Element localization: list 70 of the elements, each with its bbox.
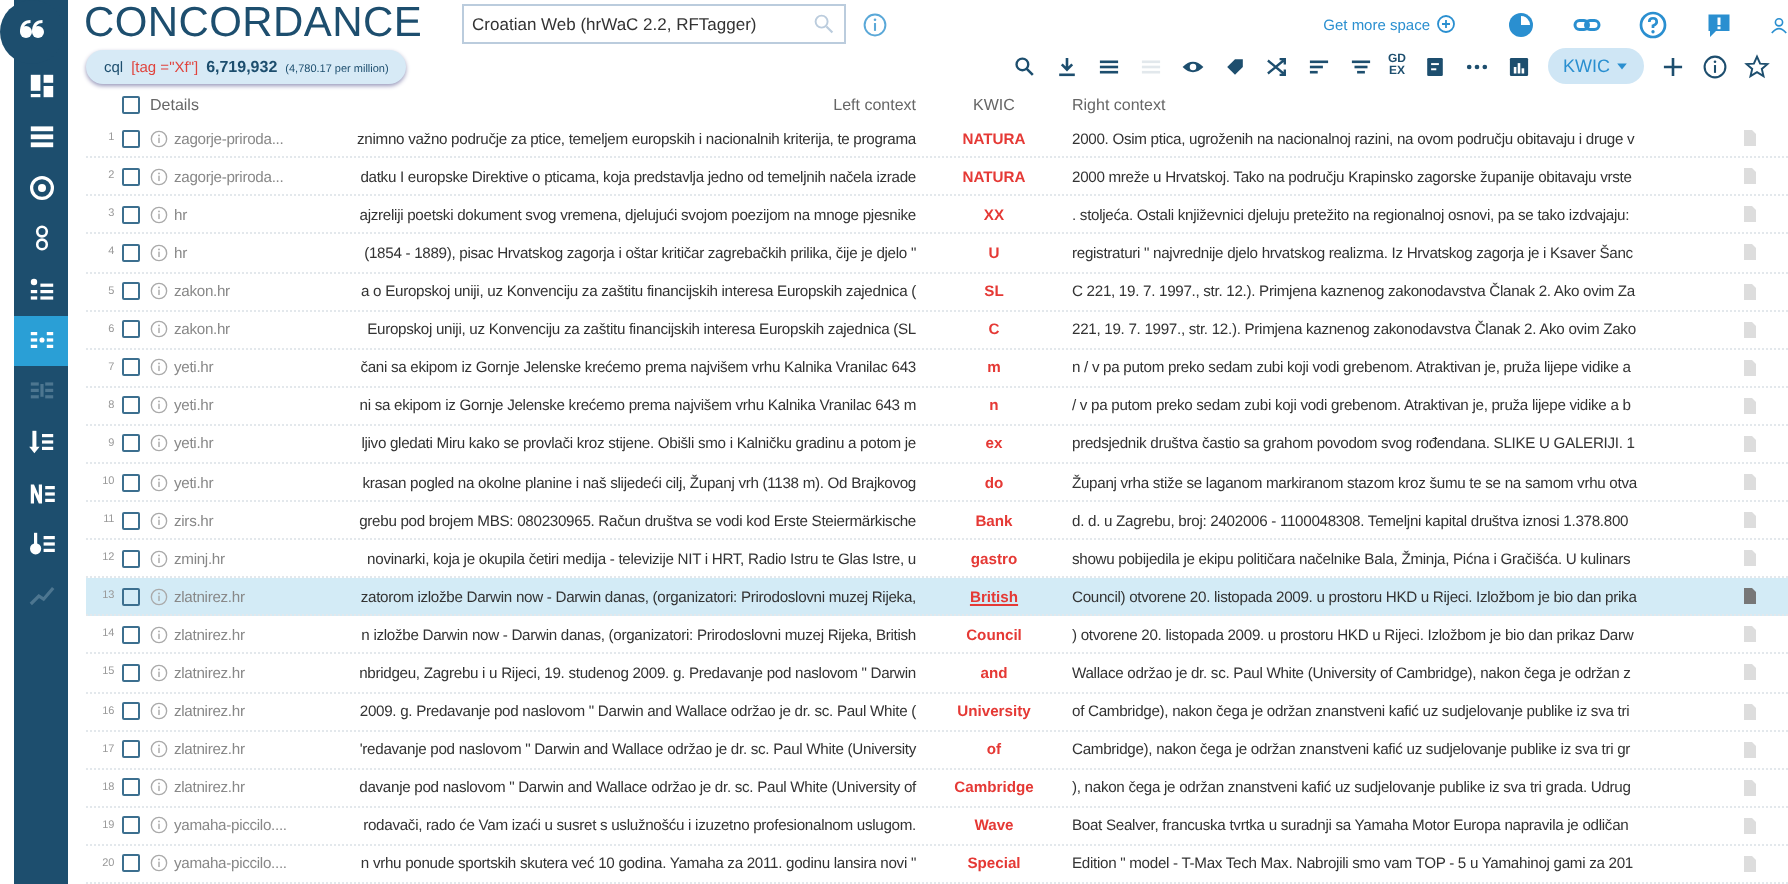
info-icon[interactable]	[150, 511, 168, 530]
row-checkbox[interactable]	[122, 778, 140, 797]
row-checkbox[interactable]	[122, 854, 140, 873]
plus-circle-icon	[1436, 14, 1456, 35]
row-checkbox[interactable]	[122, 167, 140, 186]
dashboard-icon	[25, 69, 57, 102]
info-icon[interactable]	[150, 663, 168, 682]
bullet-list-icon	[25, 273, 57, 306]
search-icon	[812, 12, 837, 37]
view-mode-dropdown[interactable]: KWIC	[1547, 48, 1644, 85]
list-icon	[25, 120, 57, 153]
row-checkbox[interactable]	[122, 549, 140, 568]
row-checkbox[interactable]	[122, 282, 140, 301]
info-icon[interactable]	[150, 740, 168, 759]
info-icon[interactable]	[150, 205, 168, 224]
info-icon[interactable]	[150, 434, 168, 453]
row-checkbox[interactable]	[122, 663, 140, 682]
info-icon[interactable]	[150, 587, 168, 606]
info-icon[interactable]	[150, 549, 168, 568]
row-checkbox[interactable]	[122, 320, 140, 339]
caret-icon	[1616, 60, 1628, 73]
select-all-checkbox[interactable]	[122, 96, 140, 115]
row-checkbox[interactable]	[122, 511, 140, 530]
corpus-field[interactable]: Croatian Web (hrWaC 2.2, RFTagger)	[462, 4, 847, 45]
row-checkbox[interactable]	[122, 625, 140, 644]
info-icon[interactable]	[150, 778, 168, 797]
feedback-icon[interactable]	[1704, 9, 1734, 40]
pie-chart-icon[interactable]	[1506, 9, 1536, 40]
row-checkbox[interactable]	[122, 396, 140, 415]
row-checkbox[interactable]	[122, 243, 140, 262]
column-header: Left context	[831, 96, 916, 115]
column-header: Right context	[1072, 96, 1168, 115]
info-icon[interactable]	[150, 816, 168, 835]
info-icon[interactable]	[150, 358, 168, 377]
row-checkbox[interactable]	[122, 129, 140, 148]
info-icon[interactable]	[150, 167, 168, 186]
info-icon[interactable]	[150, 854, 168, 873]
download-icon	[1053, 53, 1079, 80]
document-icon	[1421, 53, 1447, 80]
info-icon[interactable]	[150, 473, 168, 492]
sort-list-icon	[25, 426, 57, 459]
column-header: Details	[150, 96, 201, 115]
row-checkbox[interactable]	[122, 702, 140, 721]
target-icon	[25, 171, 57, 204]
document-icon[interactable]	[1740, 584, 1760, 609]
row-checkbox[interactable]	[122, 740, 140, 759]
column-header: KWIC	[971, 96, 1017, 115]
star-icon	[1744, 53, 1770, 80]
row-checkbox[interactable]	[122, 358, 140, 377]
row-checkbox[interactable]	[122, 816, 140, 835]
search-icon	[1011, 53, 1037, 80]
row-checkbox[interactable]	[122, 205, 140, 224]
info-icon[interactable]	[150, 129, 168, 148]
info-icon[interactable]	[150, 282, 168, 301]
page-title: CONCORDANCE	[84, 0, 423, 49]
row-checkbox[interactable]	[122, 587, 140, 606]
chart-icon	[1505, 53, 1531, 80]
shuffle-icon	[1263, 53, 1289, 80]
info-icon[interactable]	[150, 243, 168, 262]
help-icon[interactable]	[1638, 9, 1668, 40]
info-icon[interactable]	[150, 625, 168, 644]
info-icon[interactable]	[150, 320, 168, 339]
result-count: 6,719,932	[206, 57, 278, 76]
info-icon[interactable]	[862, 11, 889, 38]
plus-icon	[1660, 53, 1686, 80]
row-checkbox[interactable]	[122, 434, 140, 453]
row-checkbox[interactable]	[122, 473, 140, 492]
info-icon[interactable]	[150, 396, 168, 415]
info-icon[interactable]	[150, 702, 168, 721]
info-icon	[1702, 53, 1728, 80]
